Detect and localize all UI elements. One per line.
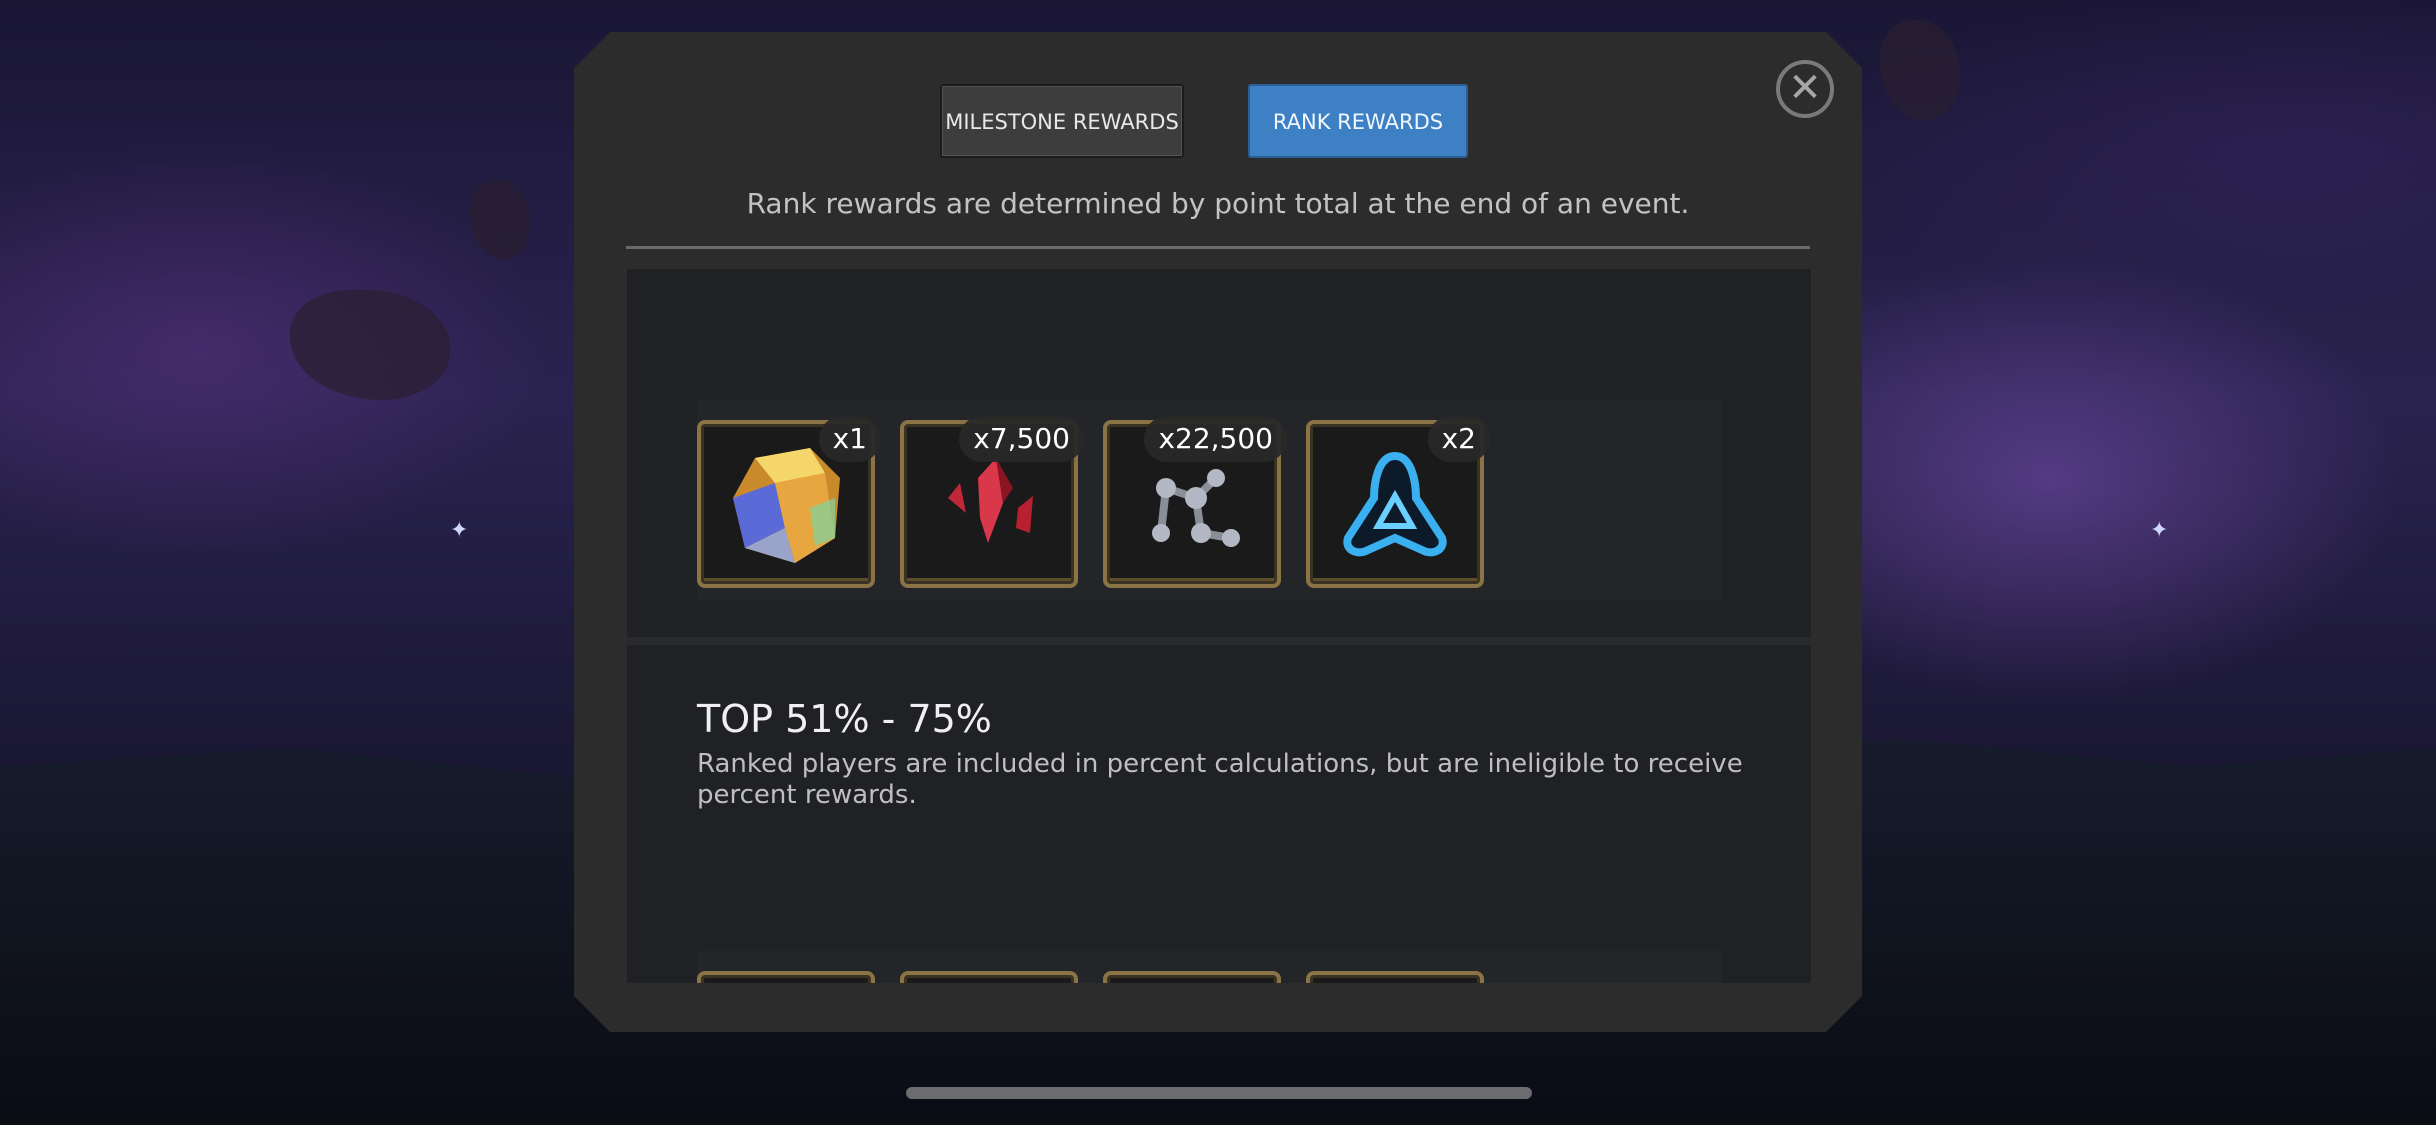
reward-items-row[interactable]: x1 x7,500 x22,500 x2	[697, 400, 1721, 600]
reward-item[interactable]: x2	[1306, 420, 1484, 588]
tier-title: TOP 51% - 75%	[697, 697, 992, 741]
reward-item[interactable]: x22,500	[1103, 420, 1281, 588]
reward-quantity: x2	[1428, 416, 1490, 462]
reward-item[interactable]	[1103, 971, 1281, 983]
reward-quantity: x22,500	[1144, 416, 1287, 462]
reward-item[interactable]	[697, 971, 875, 983]
tab-rank-rewards[interactable]: RANK REWARDS	[1248, 84, 1468, 158]
reward-tier-list[interactable]: x1 x7,500 x22,500 x2 TOP 51% - 75% Ranke…	[627, 269, 1811, 983]
tab-milestone-rewards[interactable]: MILESTONE REWARDS	[940, 84, 1184, 158]
reward-tier: x1 x7,500 x22,500 x2	[627, 269, 1811, 637]
reward-item[interactable]	[1306, 971, 1484, 983]
star: ✦	[2150, 518, 2169, 543]
reward-quantity: x7,500	[959, 416, 1084, 462]
rewards-modal: MILESTONE REWARDS RANK REWARDS ✕ Rank re…	[574, 32, 1862, 1032]
home-indicator[interactable]	[906, 1087, 1532, 1099]
star: ✦	[450, 518, 469, 543]
rank-rewards-description: Rank rewards are determined by point tot…	[746, 187, 1690, 220]
reward-quantity: x1	[819, 416, 881, 462]
reward-item[interactable]: x7,500	[900, 420, 1078, 588]
tier-note: Ranked players are included in percent c…	[697, 749, 1743, 810]
reward-item[interactable]: x1	[697, 420, 875, 588]
close-icon[interactable]: ✕	[1776, 60, 1834, 118]
divider	[626, 246, 1810, 249]
reward-tier: TOP 51% - 75% Ranked players are include…	[627, 645, 1811, 983]
reward-item[interactable]	[900, 971, 1078, 983]
reward-items-row[interactable]	[697, 951, 1721, 983]
